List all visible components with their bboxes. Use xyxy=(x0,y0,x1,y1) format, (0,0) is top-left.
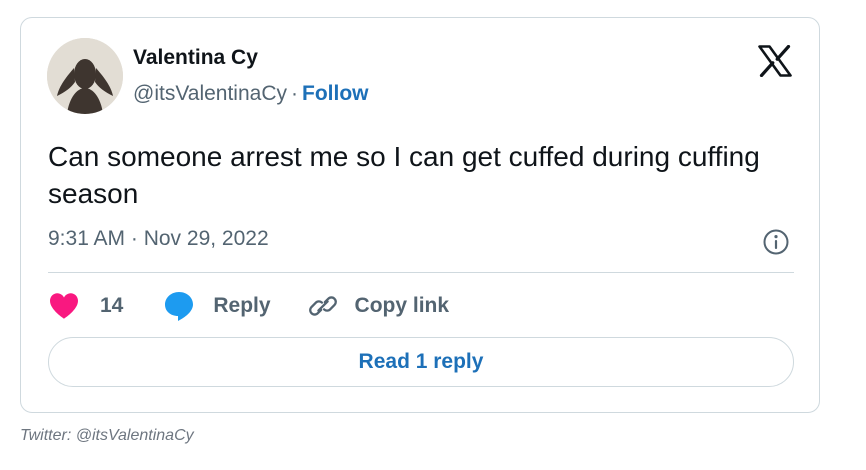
source-caption: Twitter: @itsValentinaCy xyxy=(20,427,194,444)
tweet-text: Can someone arrest me so I can get cuffe… xyxy=(48,141,760,209)
copy-link-button[interactable]: Copy link xyxy=(308,292,450,320)
tweet-timestamp[interactable]: 9:31 AM · Nov 29, 2022 xyxy=(48,227,269,251)
tweet-card: Valentina Cy @itsValentinaCy · Follow Can … xyxy=(20,17,820,413)
link-icon xyxy=(308,296,337,316)
avatar[interactable] xyxy=(47,38,123,114)
action-bar: 14 Reply Copy link xyxy=(48,290,449,322)
info-icon[interactable] xyxy=(762,228,790,256)
like-button[interactable]: 14 xyxy=(48,292,163,320)
author-handle[interactable]: @itsValentinaCy xyxy=(133,82,287,105)
divider xyxy=(48,272,794,273)
read-replies-button[interactable]: Read 1 reply xyxy=(48,337,794,387)
reply-button[interactable]: Reply xyxy=(163,290,308,322)
author-name[interactable]: Valentina Cy xyxy=(133,46,258,70)
reply-label: Reply xyxy=(213,294,271,317)
avatar-silhouette-icon xyxy=(47,38,123,114)
heart-icon xyxy=(50,293,78,319)
follow-link[interactable]: Follow xyxy=(302,82,369,105)
like-count: 14 xyxy=(100,294,124,317)
reply-bubble-icon xyxy=(165,292,194,321)
copy-link-label: Copy link xyxy=(354,294,450,317)
separator-dot: · xyxy=(291,82,298,105)
x-logo-icon[interactable] xyxy=(758,45,792,77)
author-handle-row: @itsValentinaCy · Follow xyxy=(133,82,369,106)
